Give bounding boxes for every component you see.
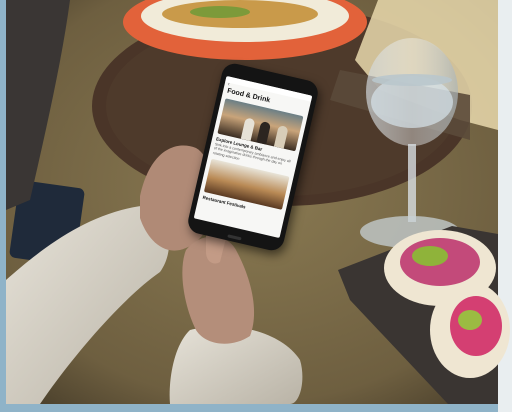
back-icon[interactable]: ‹ (227, 82, 230, 88)
bottom-border (0, 404, 512, 412)
left-border (0, 0, 6, 412)
person-figure (240, 117, 256, 142)
person-figure (273, 124, 289, 149)
person-figure (256, 120, 272, 145)
home-indicator (227, 234, 242, 241)
photo-scene: ‹ Food & Drink Explore Lounge & Bar Sink… (0, 0, 512, 412)
